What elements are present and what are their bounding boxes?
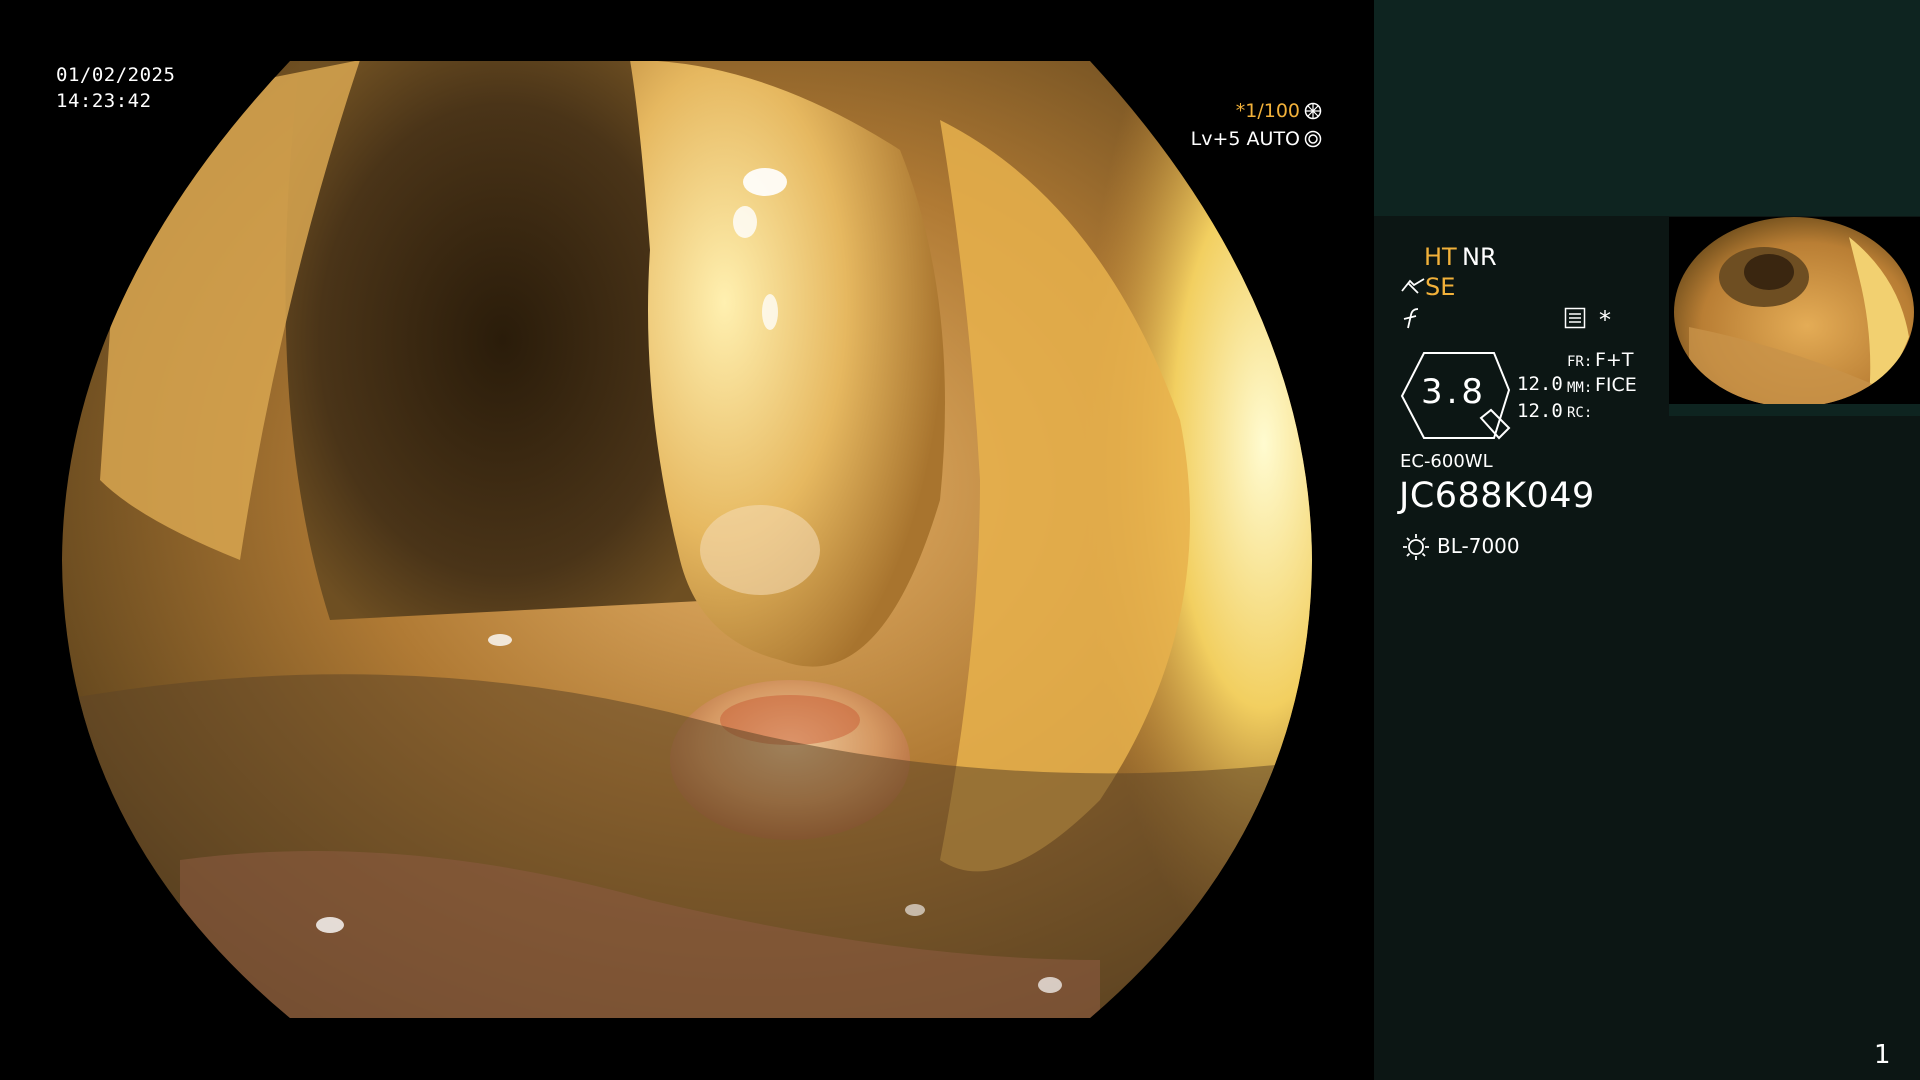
star-indicator: * xyxy=(1599,306,1611,334)
date-readout: 01/02/2025 xyxy=(56,64,176,86)
mm-label: MM: xyxy=(1567,380,1593,396)
endoscopic-image xyxy=(62,61,1312,1018)
mm-value: FICE xyxy=(1595,374,1637,396)
f-curve-icon xyxy=(1403,308,1419,329)
thumbnail-image xyxy=(1669,217,1920,415)
scope-serial: JC688K049 xyxy=(1399,476,1595,516)
setting-value-2: 12.0 xyxy=(1517,400,1563,422)
ht-indicator: HT xyxy=(1424,243,1457,271)
level-readout: Lv+5 AUTO xyxy=(1191,128,1322,150)
magnification-value: 3.8 xyxy=(1420,372,1488,412)
status-sidebar: HT NR SE * 3.8 12.0 12.0 FR: F+T MM: FIC… xyxy=(1374,0,1920,1080)
sidebar-header-panel xyxy=(1374,0,1920,216)
ring-icon xyxy=(1304,102,1322,120)
fr-value: F+T xyxy=(1595,349,1634,371)
rc-label: RC: xyxy=(1567,405,1593,421)
menu-icon xyxy=(1564,307,1586,329)
light-source: BL-7000 xyxy=(1437,534,1520,558)
lens-icon xyxy=(1304,130,1322,148)
fr-label: FR: xyxy=(1567,354,1593,370)
scissors-icon xyxy=(1401,278,1425,294)
scope-model: EC-600WL xyxy=(1400,451,1493,472)
light-icon xyxy=(1403,534,1429,560)
shutter-value: *1/100 xyxy=(1235,100,1300,122)
page-number: 1 xyxy=(1874,1040,1891,1070)
shutter-readout: *1/100 xyxy=(1236,100,1322,122)
time-readout: 14:23:42 xyxy=(56,90,152,112)
endoscope-viewport: 01/02/2025 14:23:42 *1/100 Lv+5 AUTO xyxy=(0,0,1374,1080)
setting-value-1: 12.0 xyxy=(1517,373,1563,395)
level-value: Lv+5 AUTO xyxy=(1190,128,1300,150)
thumbnail-status-bar xyxy=(1669,404,1920,416)
se-indicator: SE xyxy=(1425,273,1456,301)
nr-indicator: NR xyxy=(1462,243,1497,271)
